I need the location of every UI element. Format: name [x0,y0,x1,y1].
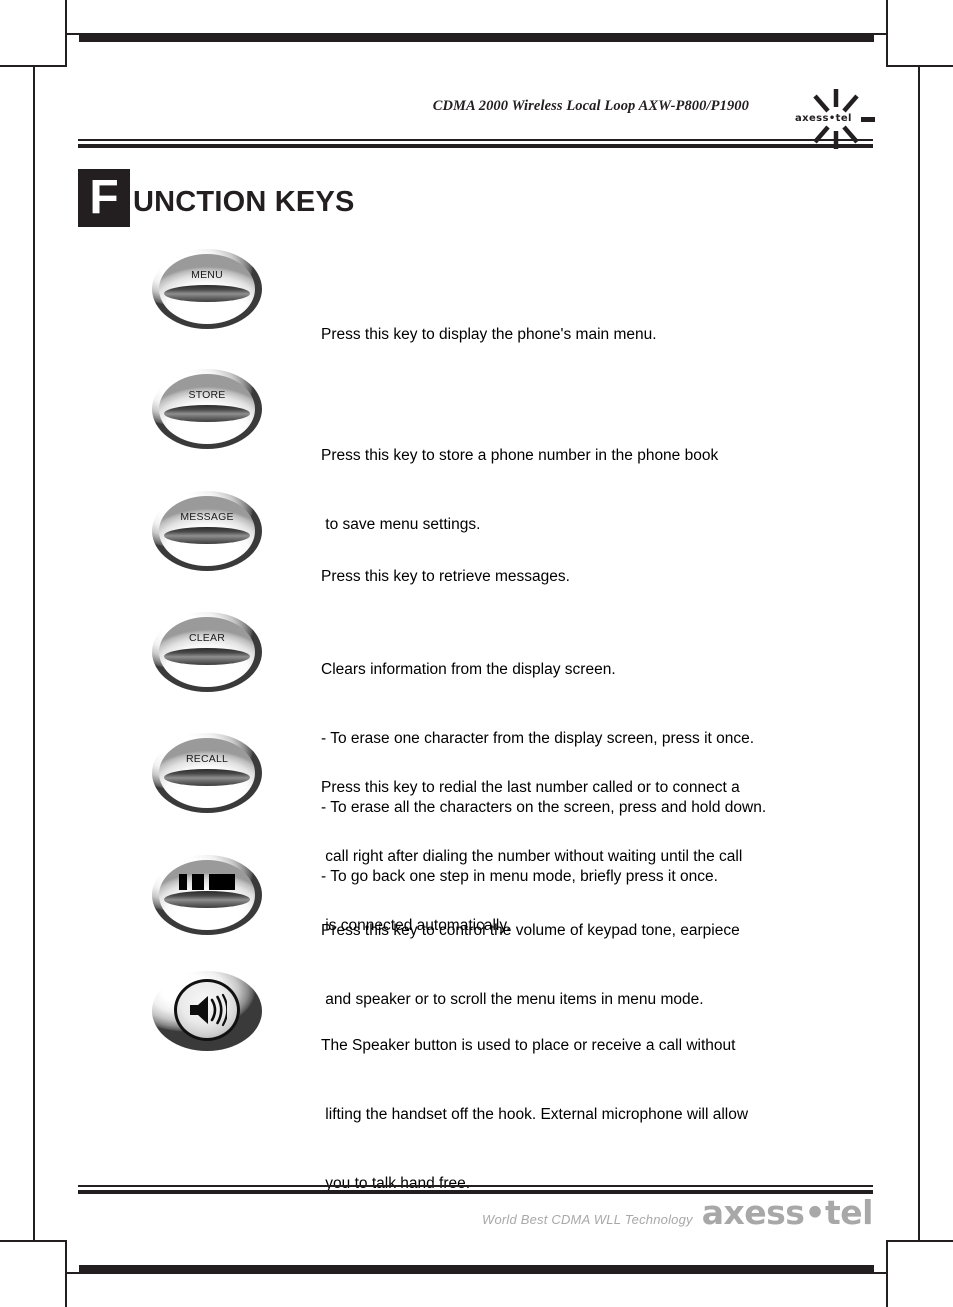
key-inner-ring [174,979,240,1041]
desc-line: Press this key to retrieve messages. [321,568,570,585]
key-description-menu: Press this key to display the phone's ma… [321,277,657,392]
desc-line: Press this key to control the volume of … [321,922,740,939]
key-button-recall[interactable]: RECALL [152,733,262,813]
key-label-menu: MENU [191,269,223,281]
trim-bar-left [33,67,35,1240]
key-slot [164,405,250,422]
trim-bar-bottom [79,1265,874,1274]
crop-mark-bottom-right [886,1240,953,1307]
crop-mark-bottom-left [0,1240,67,1307]
header-logo-dash [861,117,875,122]
key-label-recall: RECALL [185,753,229,765]
page-footer: World Best CDMA WLL Technology axess•tel [482,1193,874,1232]
footer-tagline: World Best CDMA WLL Technology [482,1212,693,1227]
header-logo-text: axess•tel [795,113,852,124]
key-label-clear: CLEAR [188,632,225,644]
key-slot [164,648,250,665]
trim-bar-right [918,67,920,1240]
key-button-store[interactable]: STORE [152,369,262,449]
page-title: F UNCTION KEYS [78,169,355,227]
key-label-message: MESSAGE [180,511,234,523]
trim-bar-top [79,33,874,42]
key-button-clear[interactable]: CLEAR [152,612,262,692]
volume-bars-icon [152,873,262,891]
footer-brand: axess•tel [701,1193,874,1232]
header-divider [78,139,873,148]
crop-mark-top-left [0,0,67,67]
desc-line: call right after dialing the number with… [321,848,743,865]
speaker-icon [190,993,227,1027]
desc-line: Press this key to store a phone number i… [321,447,719,464]
desc-line: lifting the handset off the hook. Extern… [321,1106,749,1123]
crop-mark-top-right [886,0,953,67]
key-slot [164,769,250,786]
desc-line: The Speaker button is used to place or r… [321,1037,736,1054]
key-label-store: STORE [188,389,226,401]
desc-line: Press this key to redial the last number… [321,779,740,796]
key-slot [164,891,250,908]
page-title-initial: F [78,169,130,227]
key-button-volume[interactable] [152,855,262,935]
page-title-text: UNCTION KEYS [133,185,355,218]
key-slot [164,527,250,544]
key-slot [164,285,250,302]
key-button-speaker[interactable] [152,971,262,1051]
key-button-menu[interactable]: MENU [152,249,262,329]
desc-line: Clears information from the display scre… [321,661,616,678]
key-button-message[interactable]: MESSAGE [152,491,262,571]
desc-line: Press this key to display the phone's ma… [321,326,657,343]
document-title: CDMA 2000 Wireless Local Loop AXW-P800/P… [432,98,749,114]
